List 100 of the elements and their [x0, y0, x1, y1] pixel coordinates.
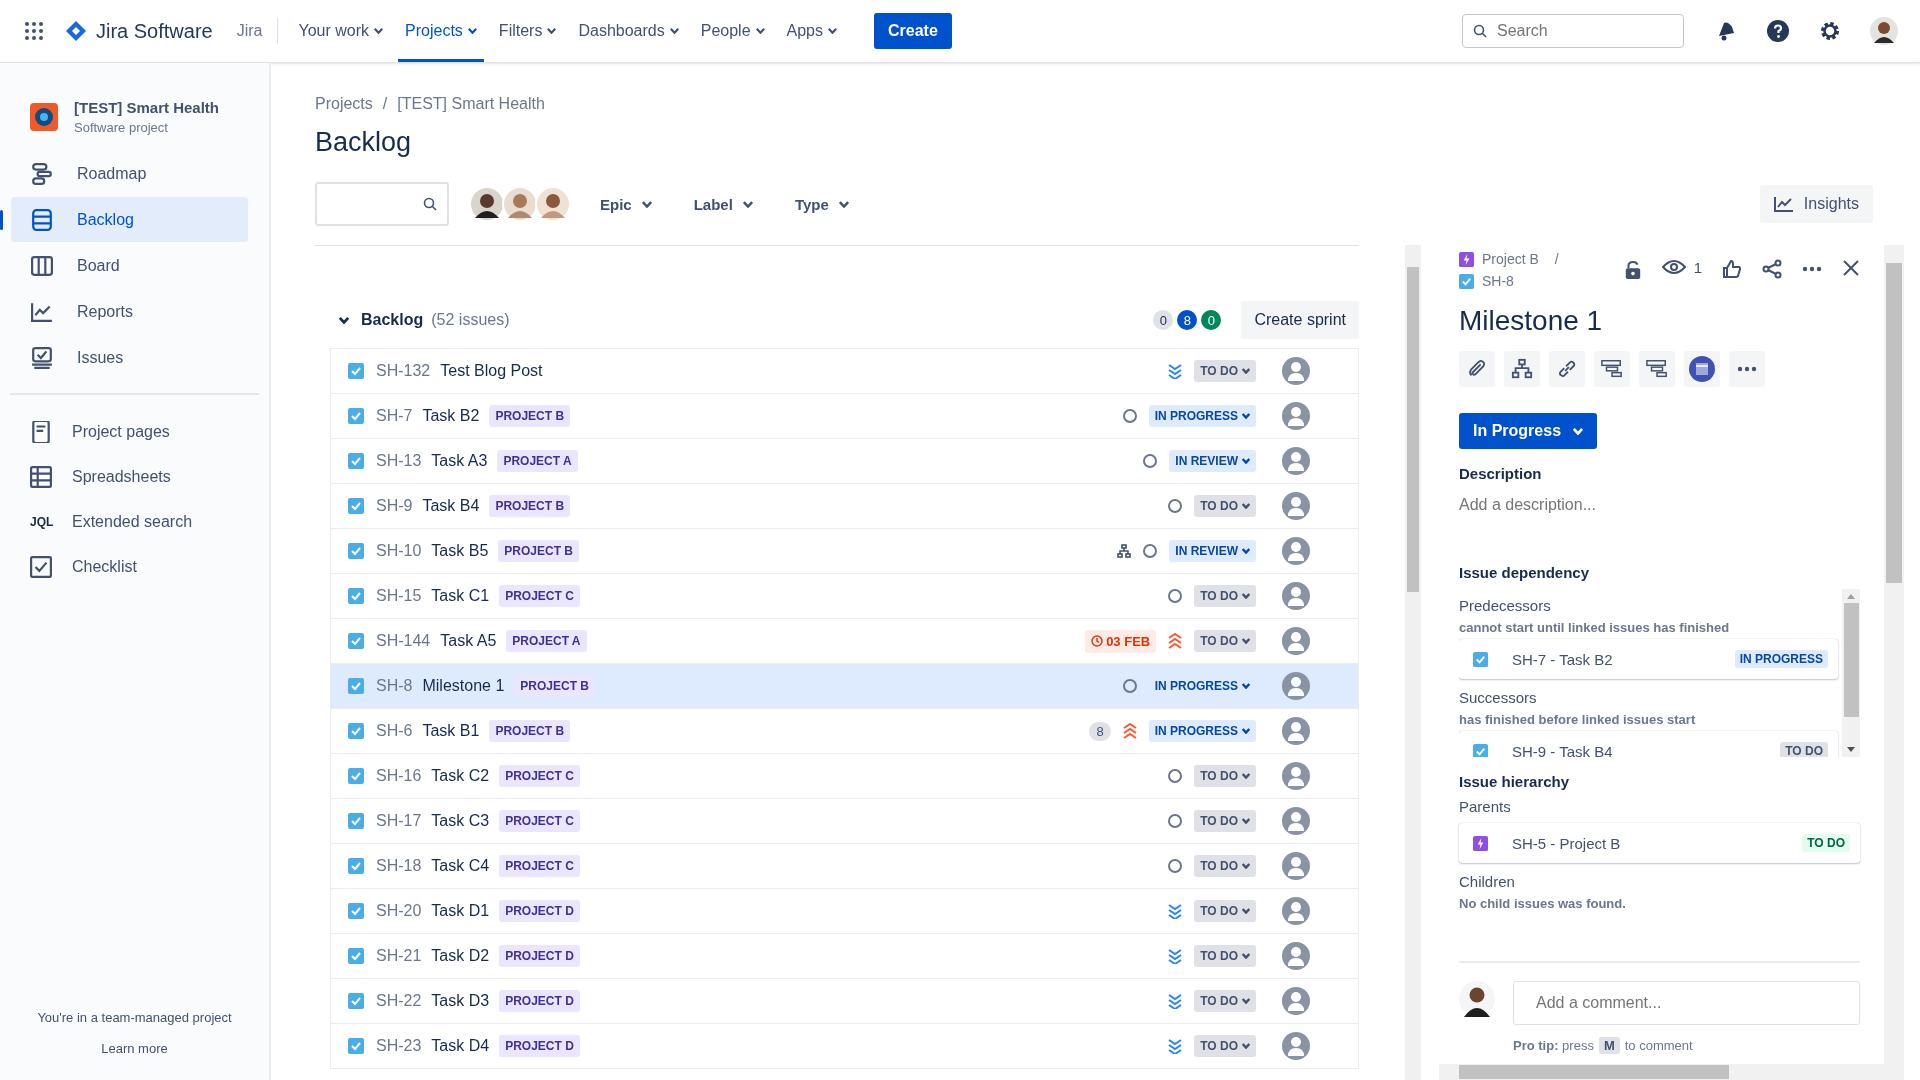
status-dropdown[interactable]: TO DO: [1194, 855, 1256, 877]
status-dropdown[interactable]: TO DO: [1194, 630, 1256, 652]
issue-key[interactable]: SH-10: [376, 542, 422, 560]
status-dropdown[interactable]: IN REVIEW: [1169, 540, 1256, 562]
issue-key[interactable]: SH-7: [376, 407, 413, 425]
unassigned-avatar[interactable]: [1282, 357, 1310, 385]
issue-row[interactable]: SH-6 Task B1 PROJECT B 8 IN PROGRESS: [331, 709, 1358, 754]
sidebar-item[interactable]: Board: [11, 243, 248, 288]
issue-row[interactable]: SH-15 Task C1 PROJECT C TO DO: [331, 574, 1358, 619]
product-name[interactable]: Jira Software: [96, 19, 213, 43]
issue-row[interactable]: SH-13 Task A3 PROJECT A IN REVIEW: [331, 439, 1358, 484]
chevron-down-icon[interactable]: [339, 316, 349, 324]
breadcrumb-link[interactable]: SH-8: [1482, 273, 1514, 289]
status-dropdown[interactable]: TO DO: [1194, 585, 1256, 607]
close-icon[interactable]: [1842, 259, 1860, 277]
status-dropdown[interactable]: TO DO: [1194, 810, 1256, 832]
issue-key[interactable]: SH-18: [376, 857, 422, 875]
unassigned-avatar[interactable]: [1282, 717, 1310, 745]
issue-key[interactable]: SH-13: [376, 452, 422, 470]
sidebar-item[interactable]: Reports: [11, 289, 248, 334]
status-button[interactable]: In Progress: [1459, 413, 1598, 449]
unassigned-avatar[interactable]: [1282, 672, 1310, 700]
status-dropdown[interactable]: TO DO: [1194, 1035, 1256, 1057]
more-icon[interactable]: [1802, 266, 1822, 272]
issue-row[interactable]: SH-22 Task D3 PROJECT D TO DO: [331, 979, 1358, 1024]
unassigned-avatar[interactable]: [1282, 807, 1310, 835]
status-dropdown[interactable]: IN PROGRESS: [1148, 405, 1256, 427]
issue-row[interactable]: SH-17 Task C3 PROJECT C TO DO: [331, 799, 1358, 844]
issue-row[interactable]: SH-23 Task D4 PROJECT D TO DO: [331, 1024, 1358, 1069]
issue-key[interactable]: SH-21: [376, 947, 422, 965]
unassigned-avatar[interactable]: [1282, 1032, 1310, 1060]
filter-dropdown[interactable]: Type: [782, 187, 861, 221]
status-dropdown[interactable]: TO DO: [1194, 495, 1256, 517]
issue-key[interactable]: SH-144: [376, 632, 431, 650]
issue-row[interactable]: SH-7 Task B2 PROJECT B IN PROGRESS: [331, 394, 1358, 439]
status-dropdown[interactable]: IN REVIEW: [1169, 450, 1256, 472]
breadcrumb-link[interactable]: Project B: [1482, 251, 1539, 267]
unassigned-avatar[interactable]: [1282, 897, 1310, 925]
settings-icon[interactable]: [1818, 19, 1842, 43]
issue-row[interactable]: SH-9 Task B4 PROJECT B TO DO: [331, 484, 1358, 529]
calendar-button[interactable]: [1684, 351, 1720, 387]
more-button[interactable]: [1729, 351, 1765, 387]
unassigned-avatar[interactable]: [1282, 987, 1310, 1015]
issue-row[interactable]: SH-10 Task B5 PROJECT B IN REVIEW: [331, 529, 1358, 574]
backlog-search-field[interactable]: [315, 182, 449, 226]
scrollbar[interactable]: [1884, 245, 1904, 1080]
unassigned-avatar[interactable]: [1282, 447, 1310, 475]
link-button[interactable]: [1549, 351, 1585, 387]
assignee-avatar[interactable]: [469, 186, 505, 222]
sidebar-item[interactable]: Backlog: [11, 197, 248, 242]
linked-issue-card[interactable]: SH-7 - Task B2 IN PROGRESS: [1459, 639, 1838, 679]
issue-key[interactable]: SH-9: [376, 497, 413, 515]
nav-menu[interactable]: Apps: [779, 0, 844, 62]
nav-menu[interactable]: Projects: [398, 0, 484, 62]
scrollbar[interactable]: [1405, 245, 1421, 1080]
lock-icon[interactable]: [1623, 259, 1642, 281]
create-button[interactable]: Create: [874, 13, 952, 49]
sidebar-item[interactable]: Checklist: [0, 544, 269, 589]
unassigned-avatar[interactable]: [1282, 762, 1310, 790]
insights-button[interactable]: Insights: [1759, 185, 1873, 223]
issue-key[interactable]: SH-15: [376, 587, 422, 605]
issue-row[interactable]: SH-132 Test Blog Post TO DO: [331, 349, 1358, 394]
attach-button[interactable]: [1459, 351, 1495, 387]
sidebar-item[interactable]: JQL Extended search: [0, 499, 269, 544]
nav-menu[interactable]: People: [693, 0, 772, 62]
issue-key[interactable]: SH-6: [376, 722, 413, 740]
issue-key[interactable]: SH-17: [376, 812, 422, 830]
issue-key[interactable]: SH-16: [376, 767, 422, 785]
issue-key[interactable]: SH-23: [376, 1037, 422, 1055]
help-icon[interactable]: [1766, 19, 1790, 43]
create-sprint-button[interactable]: Create sprint: [1241, 301, 1359, 339]
unassigned-avatar[interactable]: [1282, 537, 1310, 565]
issue-key[interactable]: SH-20: [376, 902, 422, 920]
issue-row[interactable]: SH-18 Task C4 PROJECT C TO DO: [331, 844, 1358, 889]
status-dropdown[interactable]: TO DO: [1194, 360, 1256, 382]
scroll-up-icon[interactable]: [1847, 593, 1855, 599]
issue-row[interactable]: SH-21 Task D2 PROJECT D TO DO: [331, 934, 1358, 979]
parent-issue-card[interactable]: SH-5 - Project B TO DO: [1459, 823, 1860, 863]
filter-dropdown[interactable]: Epic: [588, 187, 664, 221]
status-dropdown[interactable]: TO DO: [1194, 990, 1256, 1012]
eye-icon[interactable]: [1661, 259, 1686, 275]
unassigned-avatar[interactable]: [1282, 942, 1310, 970]
site-name[interactable]: Jira: [236, 22, 263, 40]
issue-row[interactable]: SH-20 Task D1 PROJECT D TO DO: [331, 889, 1358, 934]
nav-menu[interactable]: Dashboards: [571, 0, 686, 62]
sidebar-item[interactable]: Issues: [11, 335, 248, 380]
unassigned-avatar[interactable]: [1282, 402, 1310, 430]
unassigned-avatar[interactable]: [1282, 582, 1310, 610]
thumbs-up-icon[interactable]: [1722, 259, 1742, 279]
status-dropdown[interactable]: IN PROGRESS: [1148, 720, 1256, 742]
unassigned-avatar[interactable]: [1282, 627, 1310, 655]
nav-menu[interactable]: Your work: [291, 0, 391, 62]
comment-field[interactable]: Add a comment...: [1513, 981, 1860, 1025]
scrollbar[interactable]: [1842, 589, 1860, 757]
search-field[interactable]: Search: [1462, 14, 1684, 48]
gantt-button[interactable]: [1639, 351, 1675, 387]
issue-row[interactable]: SH-8 Milestone 1 PROJECT B IN PROGRESS: [331, 664, 1358, 709]
scrollbar[interactable]: [1439, 1064, 1884, 1080]
status-dropdown[interactable]: IN PROGRESS: [1148, 675, 1256, 697]
nav-menu[interactable]: Filters: [491, 0, 564, 62]
